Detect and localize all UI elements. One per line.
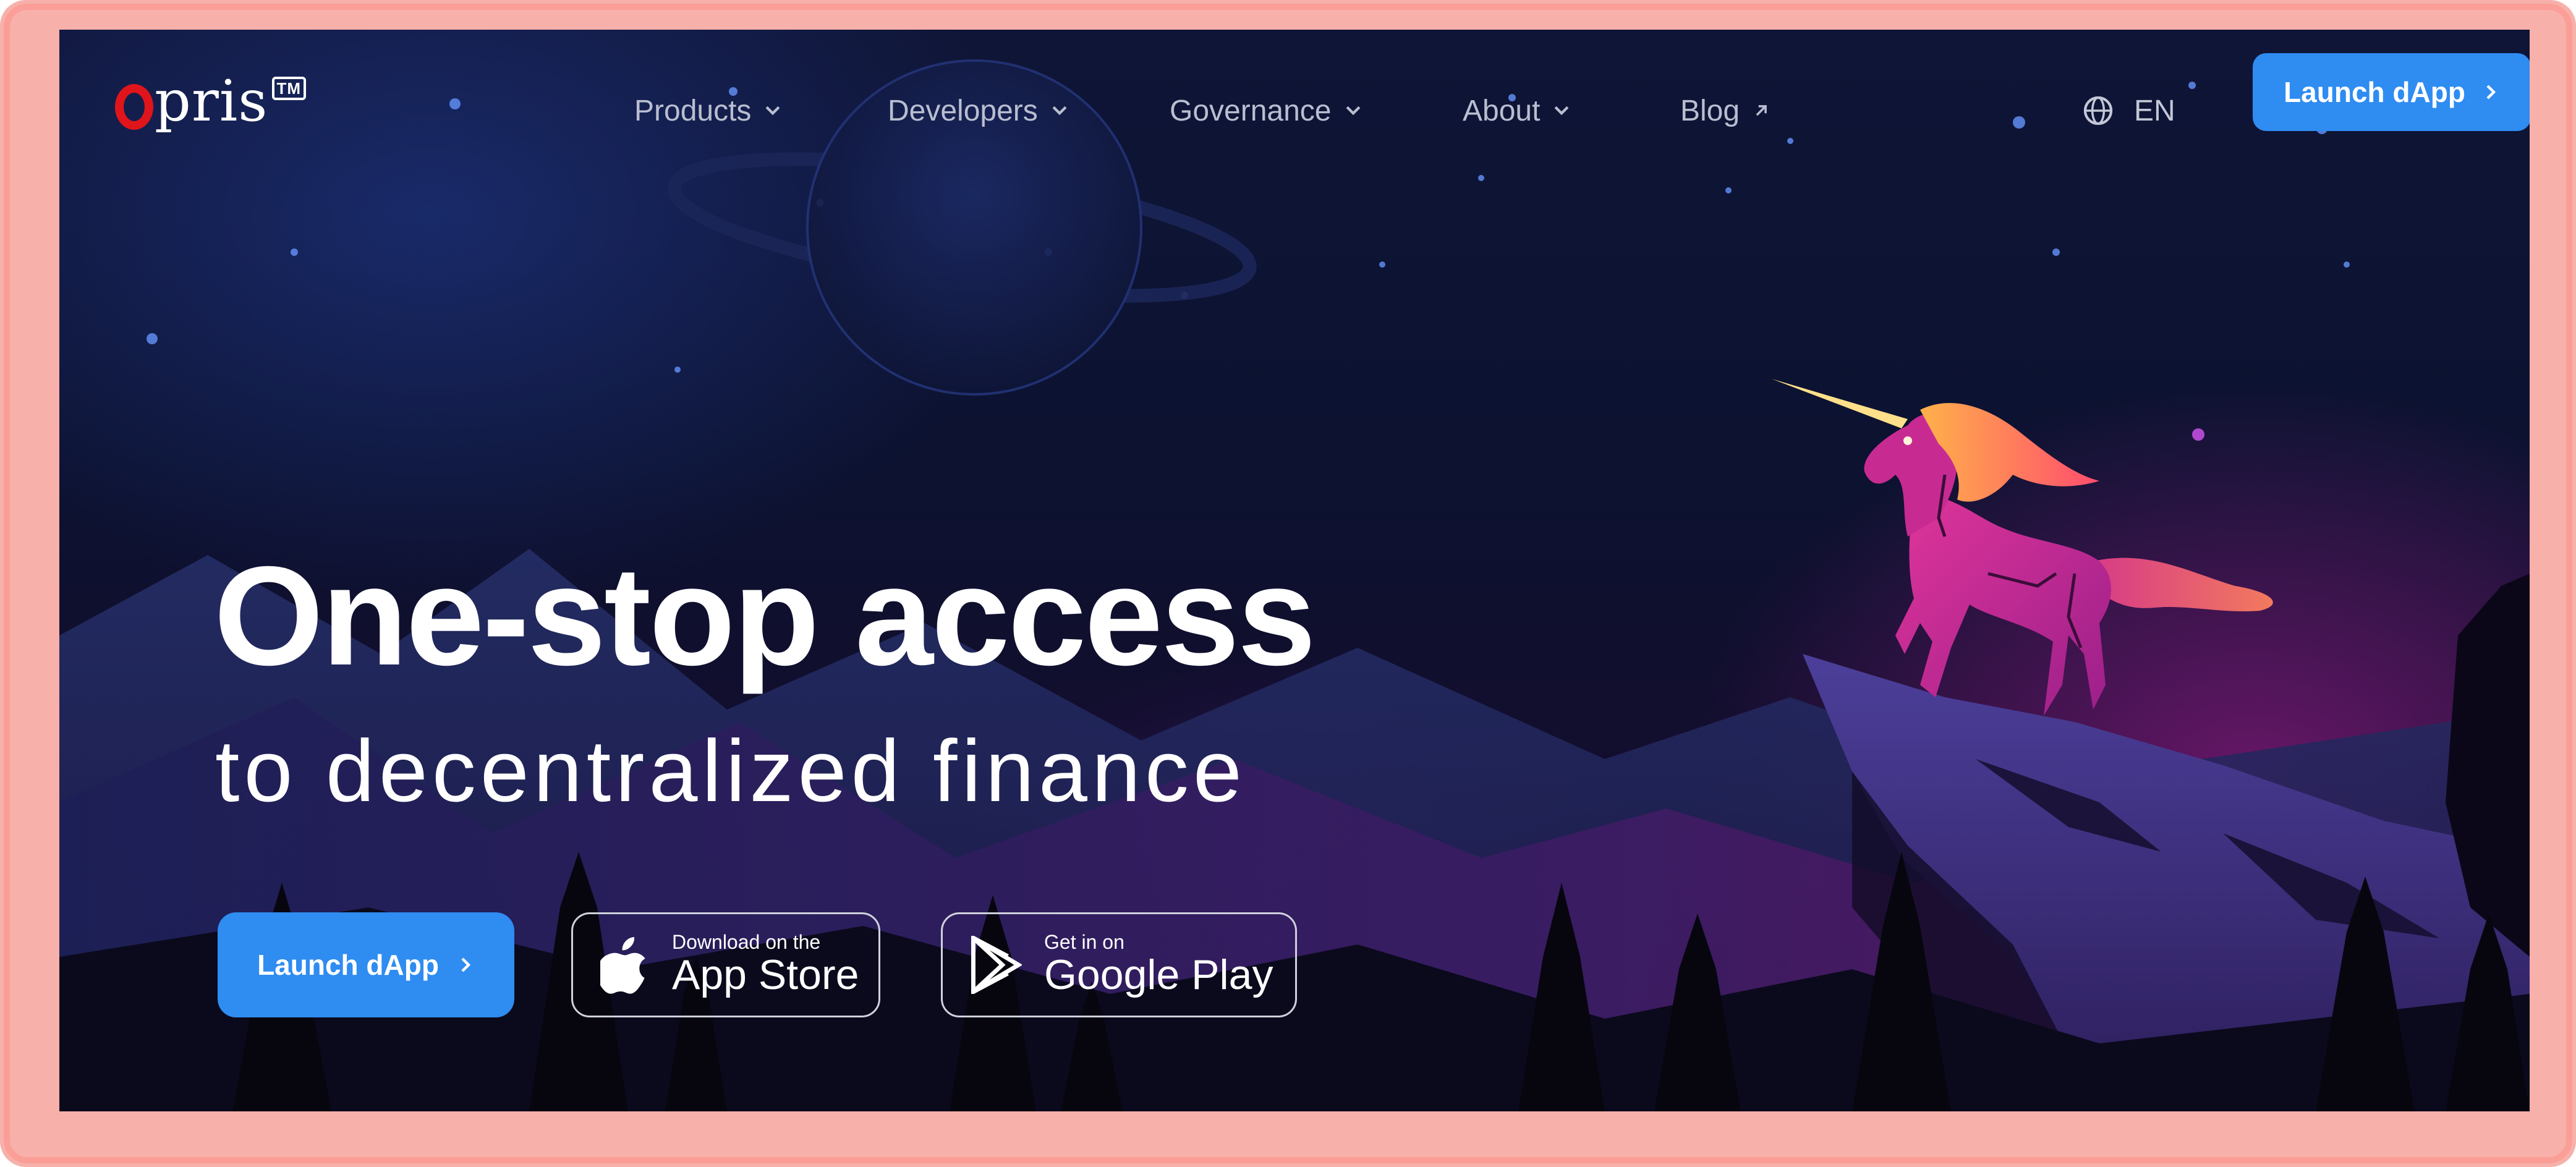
google-play-text: Get in on Google Play	[1044, 932, 1273, 998]
launch-dapp-label: Launch dApp	[2284, 76, 2465, 108]
hero-headline: One-stop access	[214, 538, 1316, 695]
chevron-down-icon	[1555, 106, 1569, 116]
logo-o-mark-icon	[115, 84, 153, 130]
chevron-right-icon	[2486, 85, 2496, 100]
nav-item-label: About	[1463, 94, 1541, 127]
language-label: EN	[2134, 94, 2175, 127]
nav-item-label: Products	[634, 94, 752, 127]
launch-dapp-button-hero[interactable]: Launch dApp	[218, 912, 514, 1017]
google-play-big-text: Google Play	[1044, 951, 1273, 998]
nav-item-about[interactable]: About	[1463, 89, 1572, 132]
nav-item-developers[interactable]: Developers	[888, 89, 1070, 132]
google-play-button[interactable]: Get in on Google Play	[941, 912, 1297, 1017]
chevron-right-icon	[461, 957, 471, 972]
nav-item-label: Governance	[1170, 94, 1332, 127]
apple-icon	[600, 937, 645, 994]
nav-item-blog[interactable]: Blog	[1680, 89, 1772, 132]
brand-name-text: pris	[155, 68, 268, 134]
external-link-icon	[1756, 105, 1767, 116]
google-play-small-text: Get in on	[1044, 930, 1124, 953]
globe-icon	[2083, 96, 2113, 125]
app-store-small-text: Download on the	[672, 930, 821, 953]
nav-item-products[interactable]: Products	[634, 89, 783, 132]
nav-item-label: Blog	[1680, 94, 1740, 127]
app-store-big-text: App Store	[672, 951, 859, 998]
chevron-down-icon	[1346, 106, 1360, 116]
brand-logo[interactable]: pris TM	[115, 68, 307, 141]
language-selector[interactable]: EN	[2081, 89, 2175, 132]
trademark-badge: TM	[271, 77, 307, 100]
hero-section: pris TM Products Developers Governance A…	[59, 30, 2530, 1111]
app-store-text: Download on the App Store	[672, 932, 859, 998]
nav-item-governance[interactable]: Governance	[1170, 89, 1364, 132]
nav-item-label: Developers	[888, 94, 1038, 127]
chevron-down-icon	[1052, 106, 1067, 116]
chevron-down-icon	[766, 106, 780, 116]
play-store-icon	[971, 936, 1022, 994]
app-store-button[interactable]: Download on the App Store	[571, 912, 880, 1017]
launch-dapp-label: Launch dApp	[257, 949, 439, 981]
hero-subheadline: to decentralized finance	[215, 722, 1246, 820]
launch-dapp-button-header[interactable]: Launch dApp	[2253, 53, 2530, 131]
